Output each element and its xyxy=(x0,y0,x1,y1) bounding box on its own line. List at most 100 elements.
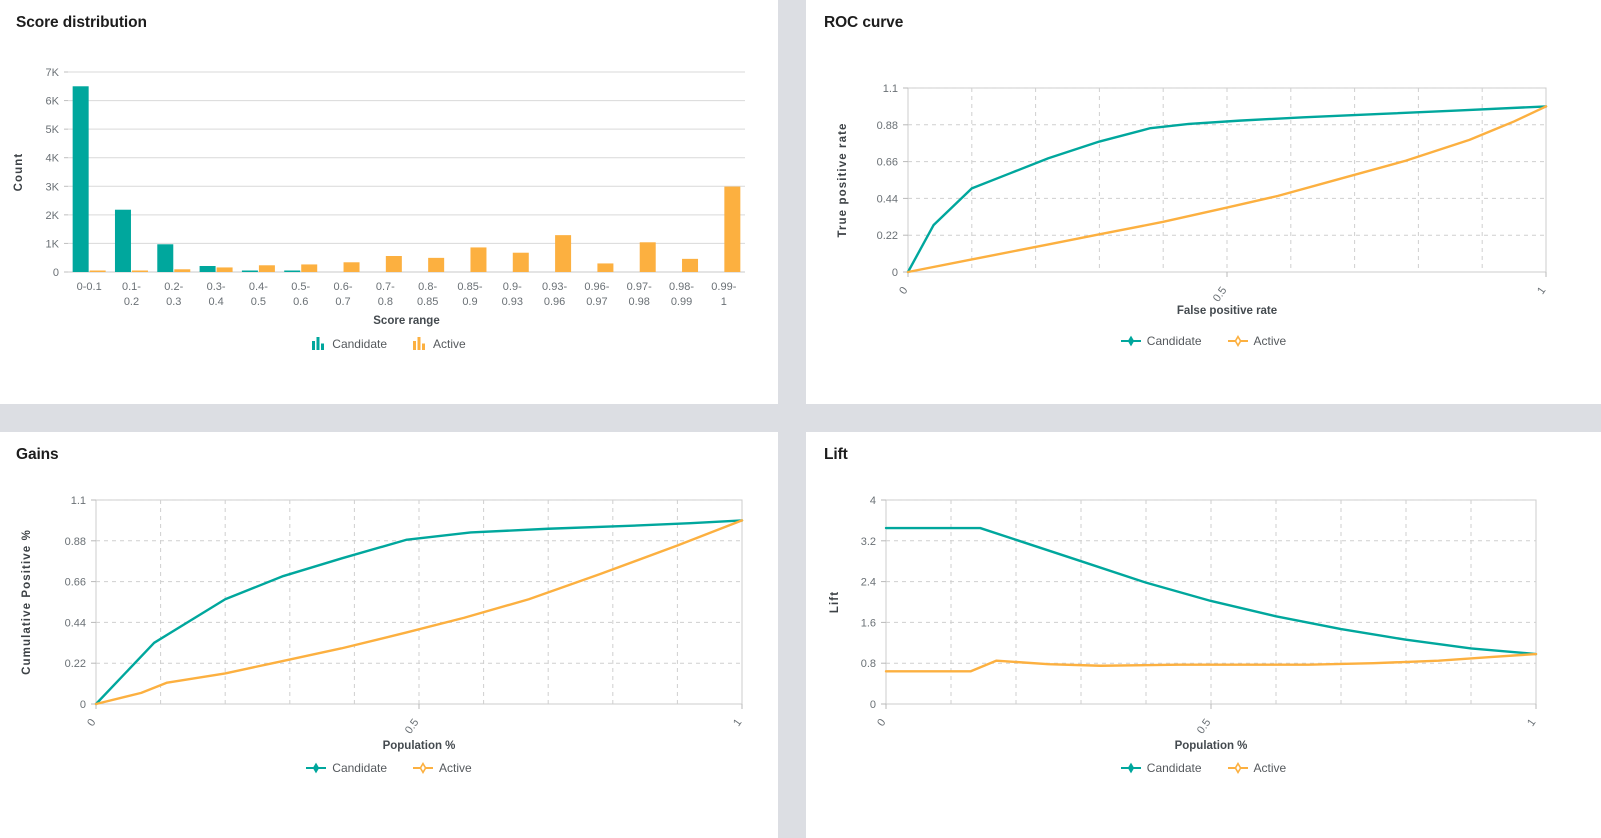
svg-text:0.22: 0.22 xyxy=(877,230,898,242)
svg-text:0.88: 0.88 xyxy=(877,120,898,132)
svg-text:0.8-: 0.8- xyxy=(418,281,437,293)
svg-text:0.9: 0.9 xyxy=(462,296,477,308)
svg-text:0.5: 0.5 xyxy=(1195,717,1214,736)
svg-text:4: 4 xyxy=(870,495,876,507)
svg-text:0.5: 0.5 xyxy=(1211,285,1230,304)
legend-label-candidate: Candidate xyxy=(332,761,388,775)
svg-text:0: 0 xyxy=(85,717,98,729)
svg-text:0: 0 xyxy=(53,267,59,279)
svg-text:5K: 5K xyxy=(46,124,60,136)
svg-text:0.6: 0.6 xyxy=(293,296,308,308)
legend-label-active: Active xyxy=(439,761,472,775)
svg-text:Population %: Population % xyxy=(383,740,456,752)
svg-text:0.1-: 0.1- xyxy=(122,281,141,293)
svg-text:3K: 3K xyxy=(46,181,60,193)
svg-text:0.85-: 0.85- xyxy=(457,281,482,293)
svg-text:2.4: 2.4 xyxy=(861,577,876,589)
svg-text:0.5-: 0.5- xyxy=(291,281,310,293)
svg-text:0: 0 xyxy=(80,699,86,711)
svg-text:0.44: 0.44 xyxy=(877,193,898,205)
svg-text:1: 1 xyxy=(731,717,744,729)
svg-text:False positive rate: False positive rate xyxy=(1177,305,1277,317)
svg-text:0.97-: 0.97- xyxy=(627,281,652,293)
svg-text:0.93-: 0.93- xyxy=(542,281,567,293)
legend-item-active[interactable]: Active xyxy=(413,762,472,774)
svg-text:0: 0 xyxy=(892,267,898,279)
svg-text:0.99: 0.99 xyxy=(671,296,692,308)
legend-label-active: Active xyxy=(1253,334,1287,348)
legend-item-active[interactable]: Active xyxy=(1227,334,1287,348)
legend-item-candidate[interactable]: Candidate xyxy=(1120,761,1202,775)
lift-svg: 0 0.8 1.6 2.4 3.2 4 0 0.5 1 Population % Lift xyxy=(829,495,1538,752)
svg-text:0: 0 xyxy=(870,699,876,711)
svg-text:1.1: 1.1 xyxy=(71,495,86,507)
svg-text:0.44: 0.44 xyxy=(65,617,86,629)
svg-text:0.98-: 0.98- xyxy=(669,281,694,293)
svg-text:1.6: 1.6 xyxy=(861,617,876,629)
svg-text:0.9-: 0.9- xyxy=(503,281,522,293)
roc-curve-svg: 0 0.22 0.44 0.66 0.88 1.1 0 0.5 1 False positive … xyxy=(837,83,1548,317)
line-marker-legend-icon xyxy=(1227,762,1248,774)
svg-text:0.22: 0.22 xyxy=(65,658,86,670)
svg-text:Score range: Score range xyxy=(373,315,439,327)
legend-item-candidate[interactable]: Candidate xyxy=(1120,334,1202,348)
svg-text:4K: 4K xyxy=(46,153,60,165)
svg-text:1: 1 xyxy=(721,296,727,308)
legend-item-candidate[interactable]: Candidate xyxy=(312,337,387,350)
legend-roc-curve: Candidate Active xyxy=(806,335,1601,347)
svg-text:0.88: 0.88 xyxy=(65,536,86,548)
svg-text:0.5: 0.5 xyxy=(403,717,422,736)
svg-text:0.2: 0.2 xyxy=(124,296,139,308)
svg-text:Count: Count xyxy=(13,153,25,192)
svg-text:0: 0 xyxy=(897,285,910,297)
legend-item-active[interactable]: Active xyxy=(1227,761,1287,775)
dashboard-root: Score distribution 0 1K 2K 3K 4K 5K 6K 7K 0-0.1 0… xyxy=(0,0,1601,838)
bar-legend-icon xyxy=(413,337,426,350)
svg-text:0.2-: 0.2- xyxy=(164,281,183,293)
line-marker-legend-icon xyxy=(1120,762,1141,774)
svg-text:0.66: 0.66 xyxy=(877,157,898,169)
svg-text:0-0.1: 0-0.1 xyxy=(77,281,102,293)
svg-text:0.8: 0.8 xyxy=(378,296,393,308)
legend-label-candidate: Candidate xyxy=(1146,334,1202,348)
legend-label-active: Active xyxy=(1253,761,1287,775)
svg-text:0.8: 0.8 xyxy=(861,658,876,670)
svg-text:0.98: 0.98 xyxy=(629,296,650,308)
legend-item-active[interactable]: Active xyxy=(413,337,466,350)
svg-text:7K: 7K xyxy=(46,67,60,79)
svg-text:0.97: 0.97 xyxy=(586,296,607,308)
svg-text:0.7-: 0.7- xyxy=(376,281,395,293)
lift-plot: 0 0.8 1.6 2.4 3.2 4 0 0.5 1 Population % Lift xyxy=(806,432,1601,838)
svg-text:0.5: 0.5 xyxy=(251,296,266,308)
svg-text:0.96-: 0.96- xyxy=(584,281,609,293)
svg-text:0.96: 0.96 xyxy=(544,296,565,308)
svg-text:0.85: 0.85 xyxy=(417,296,438,308)
svg-text:1.1: 1.1 xyxy=(883,83,898,95)
legend-score-distribution: Candidate Active xyxy=(0,337,778,350)
svg-text:Lift: Lift xyxy=(829,591,841,613)
legend-item-candidate[interactable]: Candidate xyxy=(306,762,387,774)
svg-text:1K: 1K xyxy=(46,238,60,250)
bar-legend-icon xyxy=(312,337,325,350)
svg-text:0.3: 0.3 xyxy=(166,296,181,308)
svg-text:0.4-: 0.4- xyxy=(249,281,268,293)
legend-gains: Candidate Active xyxy=(0,762,778,774)
svg-text:2K: 2K xyxy=(46,210,60,222)
svg-text:0: 0 xyxy=(875,717,888,729)
svg-text:0.93: 0.93 xyxy=(502,296,523,308)
svg-text:0.66: 0.66 xyxy=(65,577,86,589)
svg-text:0.7: 0.7 xyxy=(335,296,350,308)
line-marker-legend-icon xyxy=(1120,335,1141,347)
line-marker-legend-icon xyxy=(306,762,327,774)
svg-text:6K: 6K xyxy=(46,96,60,108)
gains-plot: 0 0.22 0.44 0.66 0.88 1.1 0 0.5 1 Population % Cum… xyxy=(0,432,778,838)
legend-label-candidate: Candidate xyxy=(1146,761,1202,775)
panel-lift: Lift 0 0.8 1.6 2.4 3.2 4 0 0.5 1 Population % Lift… xyxy=(806,432,1601,838)
legend-lift: Candidate Active xyxy=(806,762,1601,774)
panel-roc-curve: ROC curve 0 0.22 0.44 0.66 0.88 1.1 0 0.5 1 False… xyxy=(806,0,1601,404)
svg-text:0.4: 0.4 xyxy=(208,296,223,308)
svg-text:True positive rate: True positive rate xyxy=(837,122,849,237)
svg-text:3.2: 3.2 xyxy=(861,536,876,548)
panel-score-distribution: Score distribution 0 1K 2K 3K 4K 5K 6K 7K 0-0.1 0… xyxy=(0,0,778,404)
svg-text:Population %: Population % xyxy=(1175,740,1248,752)
